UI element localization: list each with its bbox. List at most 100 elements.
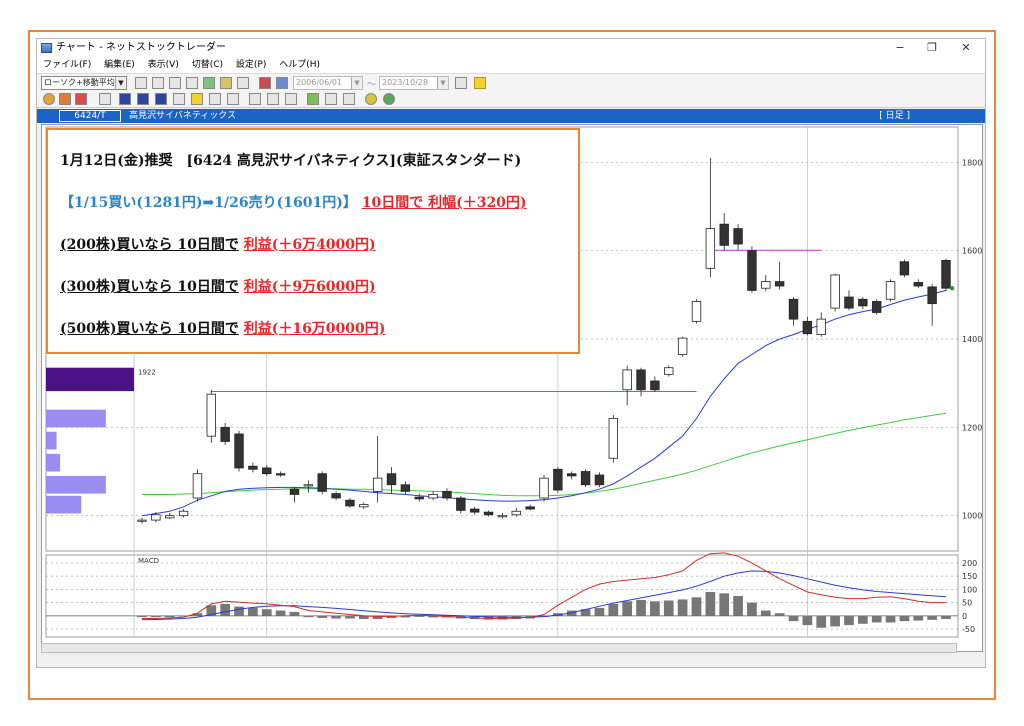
- candle-down: [483, 511, 494, 516]
- candle-down: [927, 286, 937, 305]
- bid-icon[interactable]: [137, 93, 149, 105]
- macd-histogram-bar: [830, 615, 840, 627]
- refresh-icon[interactable]: [383, 93, 395, 105]
- macd-histogram-bar: [733, 596, 743, 616]
- restore-button[interactable]: ❐: [917, 39, 947, 57]
- menu-switch[interactable]: 切替(C): [192, 57, 223, 73]
- date-to-value: 2023/10/28: [382, 78, 429, 87]
- date-from-field[interactable]: 2006/06/01 ▼: [293, 76, 363, 90]
- line-style-icon[interactable]: [173, 93, 185, 105]
- candle-down: [636, 369, 646, 391]
- candle-up: [608, 418, 619, 459]
- crosshair-icon[interactable]: [43, 93, 55, 105]
- cursor-move-icon[interactable]: [59, 93, 71, 105]
- pointer-icon[interactable]: [325, 93, 337, 105]
- macd-histogram-bar: [248, 607, 258, 616]
- candle-up: [705, 228, 716, 269]
- period-label[interactable]: [ 日足 ]: [879, 109, 910, 123]
- eraser-icon[interactable]: [343, 93, 355, 105]
- volume-profile-bar: [46, 367, 134, 392]
- macd-histogram-bar: [275, 610, 286, 616]
- candle-down: [289, 488, 300, 495]
- macd-tick-label: 200: [962, 559, 977, 568]
- candle-down: [650, 380, 660, 391]
- flag-icon[interactable]: [455, 77, 467, 89]
- candle-down: [913, 282, 923, 287]
- macd-histogram-bar: [650, 601, 660, 616]
- indicator-icon[interactable]: [75, 93, 87, 105]
- pen-icon[interactable]: [307, 93, 319, 105]
- macd-tick-label: -50: [962, 625, 975, 634]
- chart-type-icon[interactable]: [135, 77, 147, 89]
- macd-tick-label: 150: [962, 572, 977, 581]
- profit-row: (200株)買いなら 10日間で 利益(＋6万4000円): [60, 234, 376, 254]
- coin-icon[interactable]: [365, 93, 377, 105]
- macd-tick-label: 0: [962, 612, 967, 621]
- macd-histogram-bar: [414, 615, 425, 617]
- chart-export-icon[interactable]: [203, 77, 215, 89]
- candle-down: [234, 433, 244, 469]
- profit-shares: (300株)買いなら 10日間で: [60, 279, 239, 295]
- chart-save-icon[interactable]: [220, 77, 232, 89]
- macd-histogram-bar: [289, 611, 300, 616]
- chart-type-icon-2[interactable]: [152, 77, 164, 89]
- candle-up: [664, 367, 674, 375]
- warning-icon[interactable]: [191, 93, 203, 105]
- candle-up: [192, 473, 203, 499]
- pattern-icon[interactable]: [227, 93, 239, 105]
- symbol-code[interactable]: 6424/T: [59, 110, 121, 122]
- title-bar: チャート - ネットストックトレーダー − ❐ ✕: [37, 39, 985, 57]
- price-tick-label: 1000: [962, 512, 982, 521]
- close-button[interactable]: ✕: [951, 39, 981, 57]
- profit-amount: 利益(＋6万4000円): [243, 237, 376, 253]
- volume-profile-bar: [46, 431, 57, 450]
- trade-summary: 【1/15買い(1281円)➡1/26売り(1601円)】 10日間で 利幅(＋…: [60, 192, 527, 212]
- macd-title: MACD: [138, 557, 159, 565]
- help-icon[interactable]: [474, 77, 486, 89]
- indicator-select[interactable]: ローソク+移動平均 ▼: [41, 76, 127, 90]
- profit-row: (500株)買いなら 10日間で 利益(＋16万0000円): [60, 318, 385, 338]
- candle-down: [567, 473, 577, 477]
- macd-histogram-bar: [622, 601, 633, 616]
- fibonacci-icon[interactable]: [209, 93, 221, 105]
- macd-histogram-bar: [816, 615, 827, 628]
- scale-icon[interactable]: [99, 93, 111, 105]
- candle-up: [497, 515, 508, 518]
- chart-type-icon-3[interactable]: [169, 77, 181, 89]
- macd-histogram-bar: [760, 610, 771, 616]
- macd-tick-label: 100: [962, 585, 977, 594]
- macd-histogram-bar: [594, 607, 605, 616]
- candle-down: [220, 426, 230, 442]
- candle-up: [539, 477, 549, 499]
- ask-icon[interactable]: [155, 93, 167, 105]
- last-price-marker: [949, 286, 955, 291]
- chart-print-icon[interactable]: [237, 77, 249, 89]
- macd-histogram-bar: [345, 615, 355, 619]
- candle-up: [622, 369, 632, 391]
- menu-edit[interactable]: 編集(E): [104, 57, 135, 73]
- horizontal-scrollbar[interactable]: [41, 643, 957, 653]
- chart-type-icon-4[interactable]: [186, 77, 198, 89]
- macd-histogram-bar: [719, 593, 730, 616]
- menu-settings[interactable]: 設定(P): [236, 57, 266, 73]
- menu-help[interactable]: ヘルプ(H): [279, 57, 320, 73]
- candle-down: [331, 493, 341, 499]
- volume-icon[interactable]: [119, 93, 131, 105]
- menu-view[interactable]: 表示(V): [148, 57, 179, 73]
- candle-up: [206, 393, 217, 437]
- date-to-field[interactable]: 2023/10/28 ▼: [379, 76, 449, 90]
- crosshair-cursor-icon[interactable]: [285, 93, 297, 105]
- date-range-icon[interactable]: [259, 77, 271, 89]
- candle-down: [248, 465, 258, 470]
- macd-histogram-bar: [885, 615, 896, 623]
- menu-file[interactable]: ファイル(F): [43, 57, 91, 73]
- zoom-icon[interactable]: [249, 93, 261, 105]
- candle-up: [816, 318, 826, 335]
- trade-margin: 10日間で 利幅(＋320円): [361, 195, 527, 211]
- macd-histogram-bar: [331, 615, 341, 619]
- candle-down: [345, 499, 355, 507]
- calendar-icon[interactable]: [276, 77, 288, 89]
- minimize-button[interactable]: −: [885, 39, 915, 57]
- candle-up: [372, 477, 383, 492]
- zoom-fit-icon[interactable]: [267, 93, 279, 105]
